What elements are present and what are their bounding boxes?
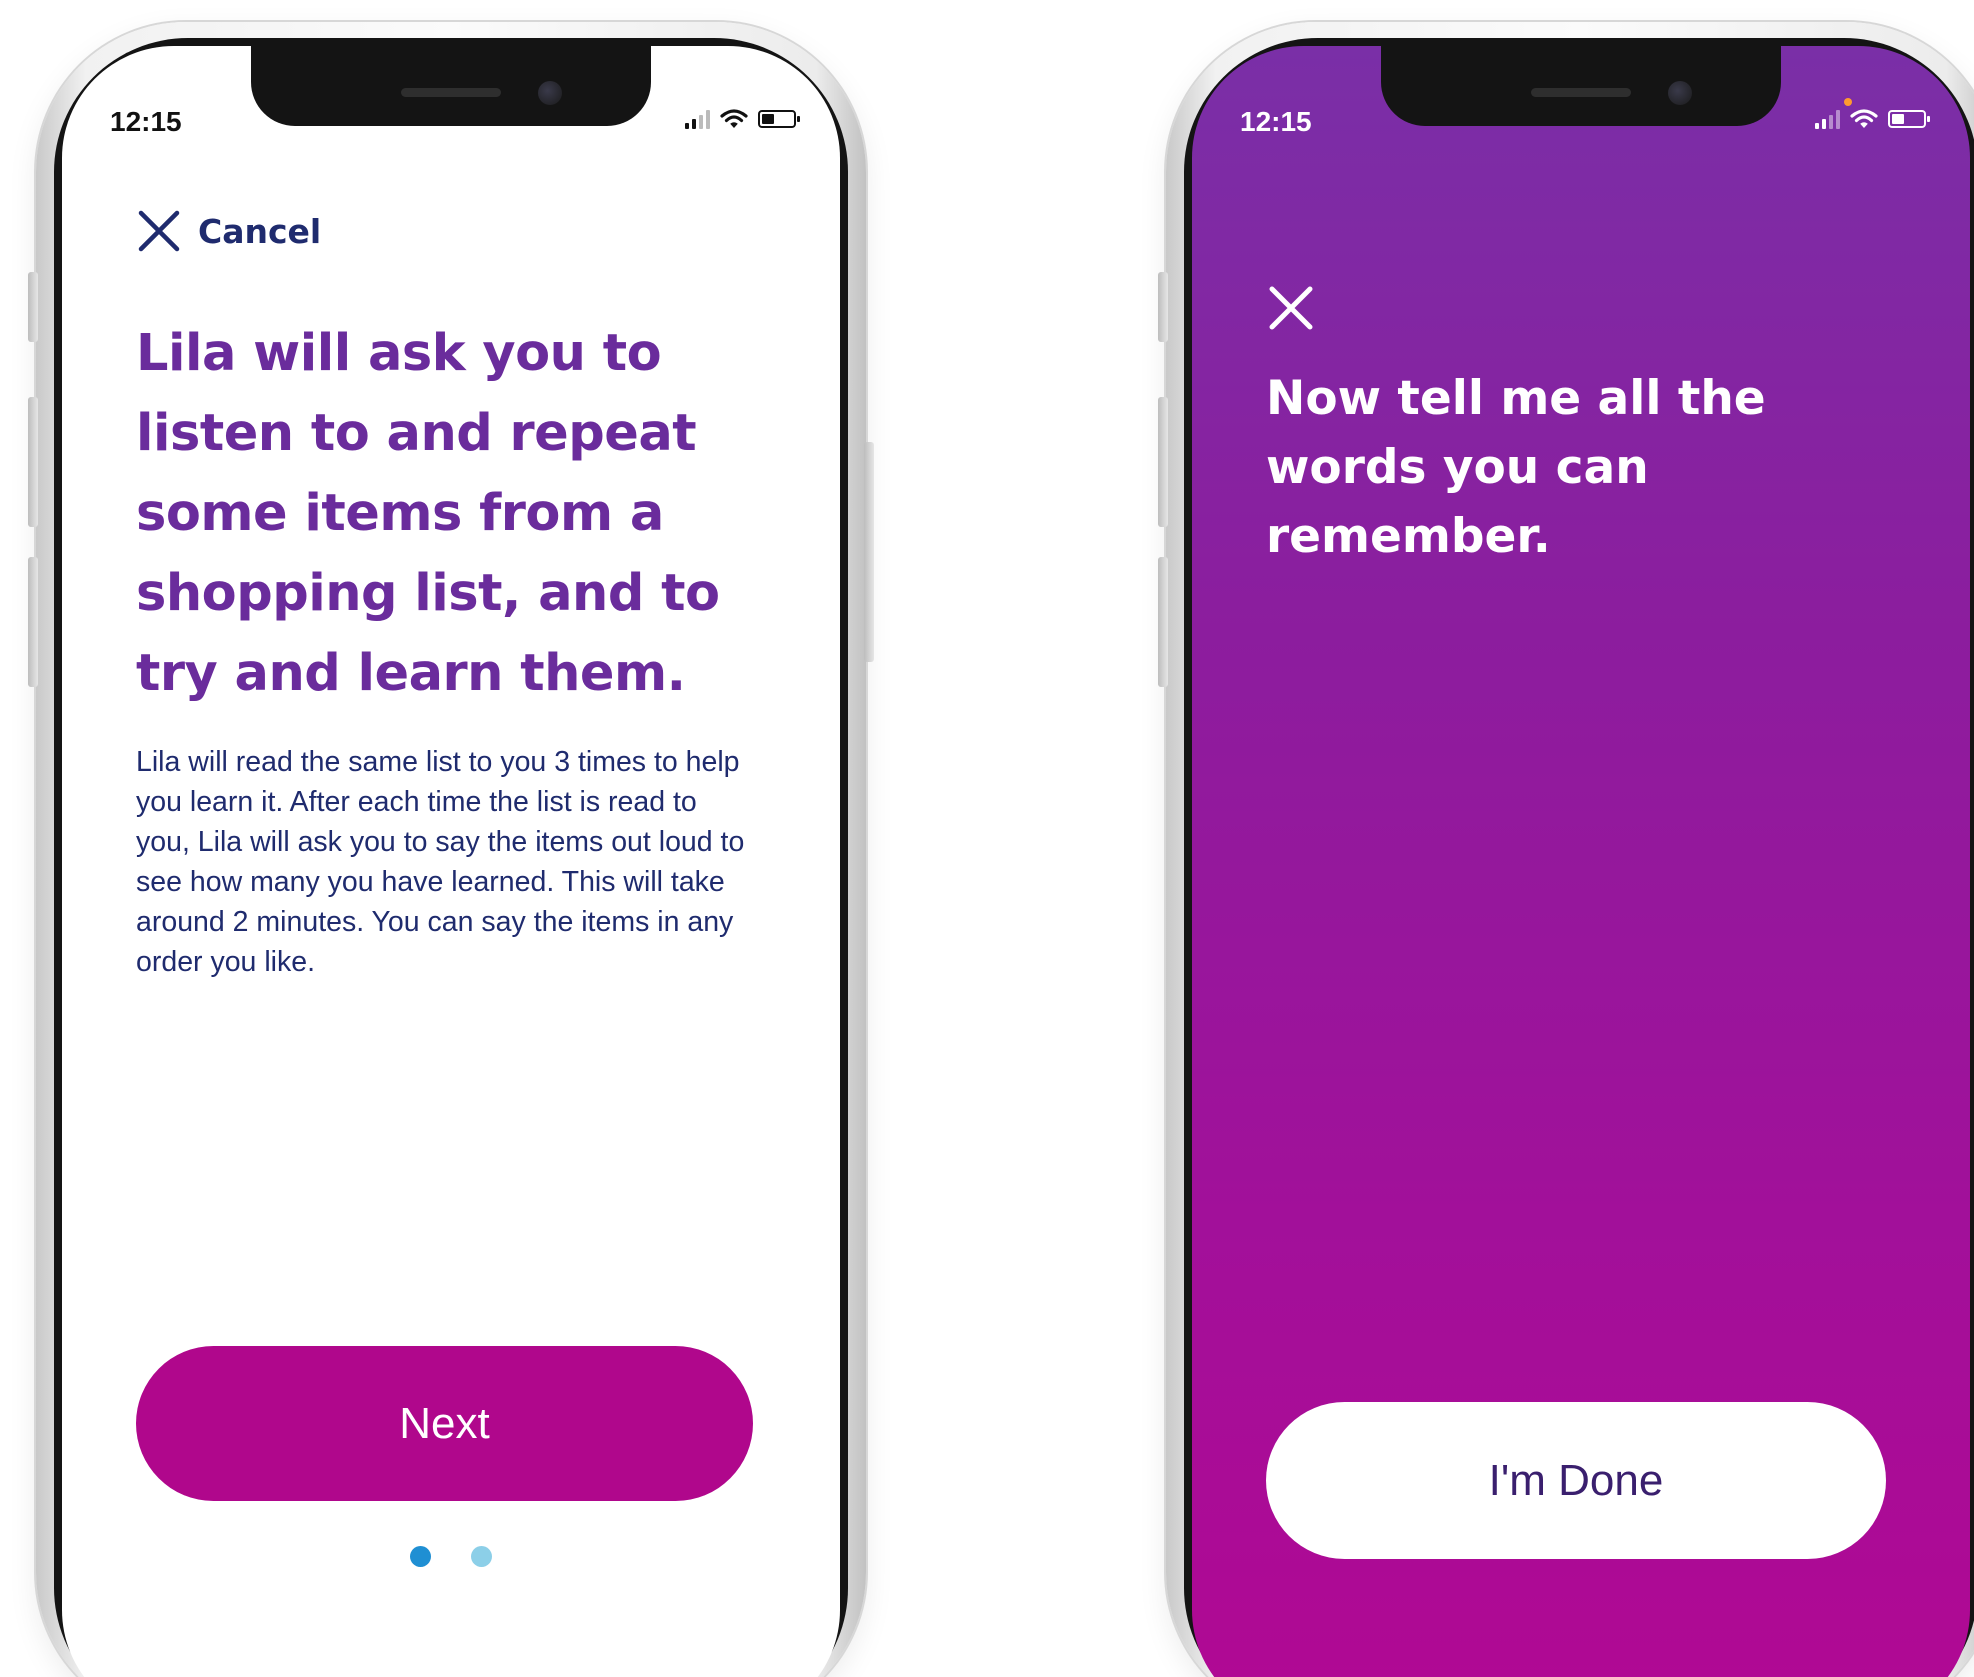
close-icon: [138, 210, 180, 252]
volume-up-button: [28, 397, 38, 527]
front-camera: [538, 81, 562, 105]
instructions-text: Lila will read the same list to you 3 ti…: [136, 746, 745, 978]
close-icon[interactable]: [1266, 283, 1316, 333]
phone-notch: [251, 46, 651, 126]
cancel-label: Cancel: [198, 211, 322, 251]
status-icons: [1815, 108, 1930, 130]
mute-switch: [28, 272, 38, 342]
earpiece-speaker: [401, 88, 501, 97]
cellular-signal-icon: [685, 109, 710, 129]
microphone-active-indicator: [1844, 98, 1852, 106]
phone-notch: [1381, 46, 1781, 126]
volume-down-button: [1158, 557, 1168, 687]
phone-frame-left: 12:15 Cancel Lila will ask you to listen…: [28, 22, 874, 1677]
page-indicator: [62, 1546, 840, 1567]
cancel-button[interactable]: Cancel: [136, 208, 321, 254]
battery-icon: [758, 110, 800, 128]
volume-down-button: [28, 557, 38, 687]
app-showcase: 12:15 Cancel Lila will ask you to listen…: [0, 0, 1974, 1677]
earpiece-speaker: [1531, 88, 1631, 97]
recall-screen: 12:15 Now tell me all the words you can …: [1192, 46, 1970, 1677]
wifi-icon: [1850, 109, 1878, 128]
status-icons: [685, 108, 800, 130]
status-time: 12:15: [110, 106, 182, 137]
phone-frame-right: 12:15 Now tell me all the words you can …: [1158, 22, 1974, 1677]
power-button: [864, 442, 874, 662]
page-title: Lila will ask you to listen to and repea…: [136, 324, 720, 703]
done-button-label: I'm Done: [1488, 1455, 1664, 1505]
volume-up-button: [1158, 397, 1168, 527]
page-dot-active[interactable]: [410, 1546, 431, 1567]
done-button[interactable]: I'm Done: [1266, 1402, 1886, 1559]
status-time: 12:15: [1240, 106, 1312, 137]
next-button-label: Next: [399, 1398, 490, 1448]
mute-switch: [1158, 272, 1168, 342]
intro-screen: 12:15 Cancel Lila will ask you to listen…: [62, 46, 840, 1677]
voice-waveform: [1268, 917, 1889, 1175]
front-camera: [1668, 81, 1692, 105]
next-button[interactable]: Next: [136, 1346, 753, 1501]
page-dot[interactable]: [471, 1546, 492, 1567]
battery-icon: [1888, 110, 1930, 128]
recall-prompt: Now tell me all the words you can rememb…: [1266, 371, 1766, 564]
cellular-signal-icon: [1815, 109, 1840, 129]
wifi-icon: [720, 109, 748, 128]
